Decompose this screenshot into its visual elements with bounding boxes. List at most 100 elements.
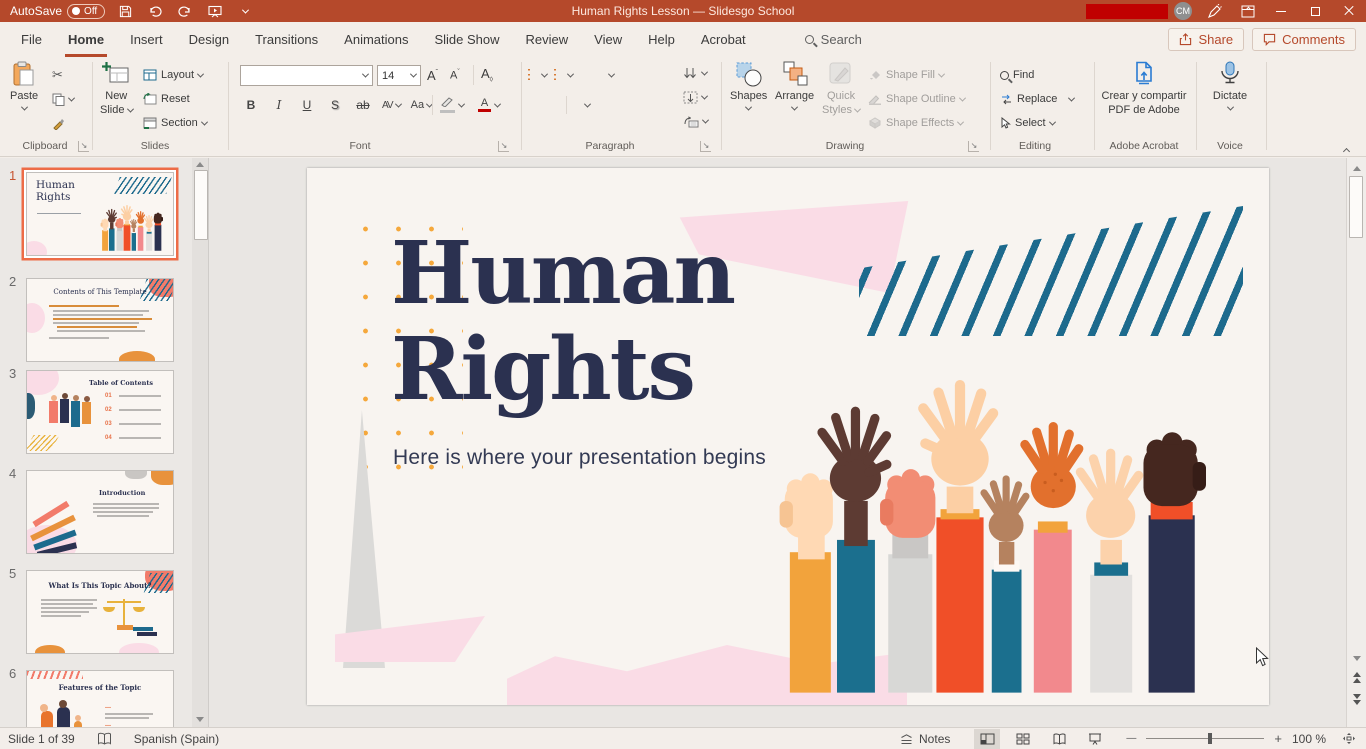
tab-animations[interactable]: Animations [331, 24, 421, 55]
ribbon-display-options-button[interactable] [1238, 2, 1258, 20]
quick-styles-button[interactable]: Quick Styles [822, 61, 860, 118]
tab-view[interactable]: View [581, 24, 635, 55]
avatar[interactable]: CM [1174, 2, 1192, 20]
copy-button[interactable] [52, 89, 74, 109]
tab-acrobat[interactable]: Acrobat [688, 24, 759, 55]
align-text-button[interactable] [683, 87, 707, 107]
new-slide-button[interactable]: New Slide [100, 61, 133, 118]
character-spacing-button[interactable]: AV [382, 95, 401, 115]
dictate-button[interactable]: Dictate [1204, 61, 1256, 111]
comments-button[interactable]: Comments [1252, 28, 1356, 51]
search-input[interactable]: Search [805, 32, 862, 47]
redo-button[interactable] [175, 2, 195, 20]
shape-fill-button[interactable]: Shape Fill [868, 65, 944, 85]
select-button[interactable]: Select [1000, 113, 1055, 133]
underline-button[interactable]: U [298, 95, 316, 115]
next-slide-button[interactable] [1353, 694, 1361, 705]
clipboard-dialog-launcher[interactable]: ↘ [78, 141, 89, 152]
normal-view-button[interactable] [974, 729, 1000, 749]
tab-file[interactable]: File [8, 24, 55, 55]
paste-button[interactable]: Paste [10, 61, 38, 111]
notes-button[interactable]: Notes [899, 732, 950, 746]
slideshow-view-button[interactable] [1082, 729, 1108, 749]
tab-slide-show[interactable]: Slide Show [421, 24, 512, 55]
strikethrough-button[interactable]: ab [354, 95, 372, 115]
share-button[interactable]: Share [1168, 28, 1244, 51]
slideshow-view-icon [1088, 733, 1102, 745]
start-slideshow-button[interactable] [205, 2, 225, 20]
autosave-toggle[interactable]: AutoSave Off [10, 4, 105, 19]
slide-counter[interactable]: Slide 1 of 39 [8, 732, 75, 746]
editing-group-label: Editing [1005, 140, 1065, 152]
account-name-redacted [1086, 4, 1168, 19]
tab-review[interactable]: Review [513, 24, 582, 55]
replace-button[interactable]: Replace [1000, 89, 1074, 109]
cut-button[interactable]: ✂ [52, 65, 63, 85]
reset-button[interactable]: Reset [143, 89, 190, 109]
scroll-down-arrow[interactable] [196, 717, 204, 722]
grow-font-button[interactable]: Aˆ [427, 65, 438, 85]
slide-sorter-view-button[interactable] [1010, 729, 1036, 749]
main-scrollbar[interactable] [1346, 158, 1366, 727]
undo-button[interactable] [145, 2, 165, 20]
font-color-button[interactable]: A [478, 95, 500, 115]
shrink-font-button[interactable]: Aˇ [450, 65, 460, 85]
tab-home[interactable]: Home [55, 24, 117, 55]
zoom-slider[interactable] [1146, 738, 1264, 739]
font-name-combo[interactable] [240, 65, 373, 86]
arrange-button[interactable]: Arrange [775, 61, 814, 111]
paragraph-dialog-launcher[interactable]: ↘ [700, 141, 711, 152]
scrollbar-thumb[interactable] [1349, 176, 1363, 238]
change-case-button[interactable]: Aa [411, 95, 432, 115]
text-direction-button[interactable] [683, 63, 707, 83]
create-pdf-button[interactable]: Crear y compartir PDF de Adobe [1100, 61, 1188, 118]
bullets-button[interactable] [530, 69, 533, 81]
fit-slide-to-window-button[interactable] [1336, 729, 1362, 749]
customize-qat-button[interactable] [235, 2, 255, 20]
shape-effects-button[interactable]: Shape Effects [868, 113, 963, 133]
zoom-in-button[interactable]: + [1274, 731, 1282, 746]
save-button[interactable] [115, 2, 135, 20]
scroll-up-arrow[interactable] [196, 162, 204, 167]
scrollbar-thumb[interactable] [194, 170, 208, 240]
scroll-up-arrow[interactable] [1353, 166, 1361, 171]
clear-formatting-button[interactable]: A◊ [481, 65, 493, 85]
layout-button[interactable]: Layout [143, 65, 203, 85]
highlight-button[interactable] [440, 95, 464, 115]
slide-editor[interactable]: HumanRights Here is where your presentat… [307, 168, 1269, 705]
language-indicator[interactable]: Spanish (Spain) [134, 732, 219, 746]
previous-slide-button[interactable] [1353, 672, 1361, 683]
tab-help[interactable]: Help [635, 24, 688, 55]
italic-button[interactable]: I [270, 95, 288, 115]
find-button[interactable]: Find [1000, 65, 1034, 85]
reading-view-button[interactable] [1046, 729, 1072, 749]
scroll-down-arrow[interactable] [1353, 656, 1361, 661]
tab-insert[interactable]: Insert [117, 24, 176, 55]
section-button[interactable]: Section [143, 113, 207, 133]
slide-subtitle-textbox[interactable]: Here is where your presentation begins [393, 446, 766, 470]
font-dialog-launcher[interactable]: ↘ [498, 141, 509, 152]
text-shadow-button[interactable]: S [326, 95, 344, 115]
font-size-combo[interactable]: 14 [377, 65, 421, 86]
shape-outline-button[interactable]: Shape Outline [868, 89, 965, 109]
zoom-level[interactable]: 100 % [1292, 732, 1326, 746]
format-painter-button[interactable] [52, 113, 65, 133]
ink-pen-button[interactable] [1204, 2, 1224, 20]
select-cursor-icon [1000, 117, 1011, 129]
zoom-out-button[interactable]: — [1126, 733, 1136, 744]
bold-button[interactable]: B [242, 95, 260, 115]
slide-title-textbox[interactable]: HumanRights [391, 226, 734, 419]
maximize-button[interactable] [1298, 0, 1332, 22]
tab-design[interactable]: Design [176, 24, 242, 55]
drawing-dialog-launcher[interactable]: ↘ [968, 141, 979, 152]
shapes-button[interactable]: Shapes [730, 61, 767, 111]
spell-check-icon[interactable] [97, 732, 112, 746]
close-button[interactable] [1332, 0, 1366, 22]
thumbnail-scrollbar[interactable] [192, 158, 208, 727]
collapse-ribbon-button[interactable] [1344, 141, 1349, 159]
minimize-button[interactable] [1264, 0, 1298, 22]
tab-transitions[interactable]: Transitions [242, 24, 331, 55]
convert-smartart-button[interactable] [683, 111, 708, 131]
zoom-slider-thumb[interactable] [1208, 733, 1212, 744]
numbering-button[interactable] [556, 69, 559, 81]
